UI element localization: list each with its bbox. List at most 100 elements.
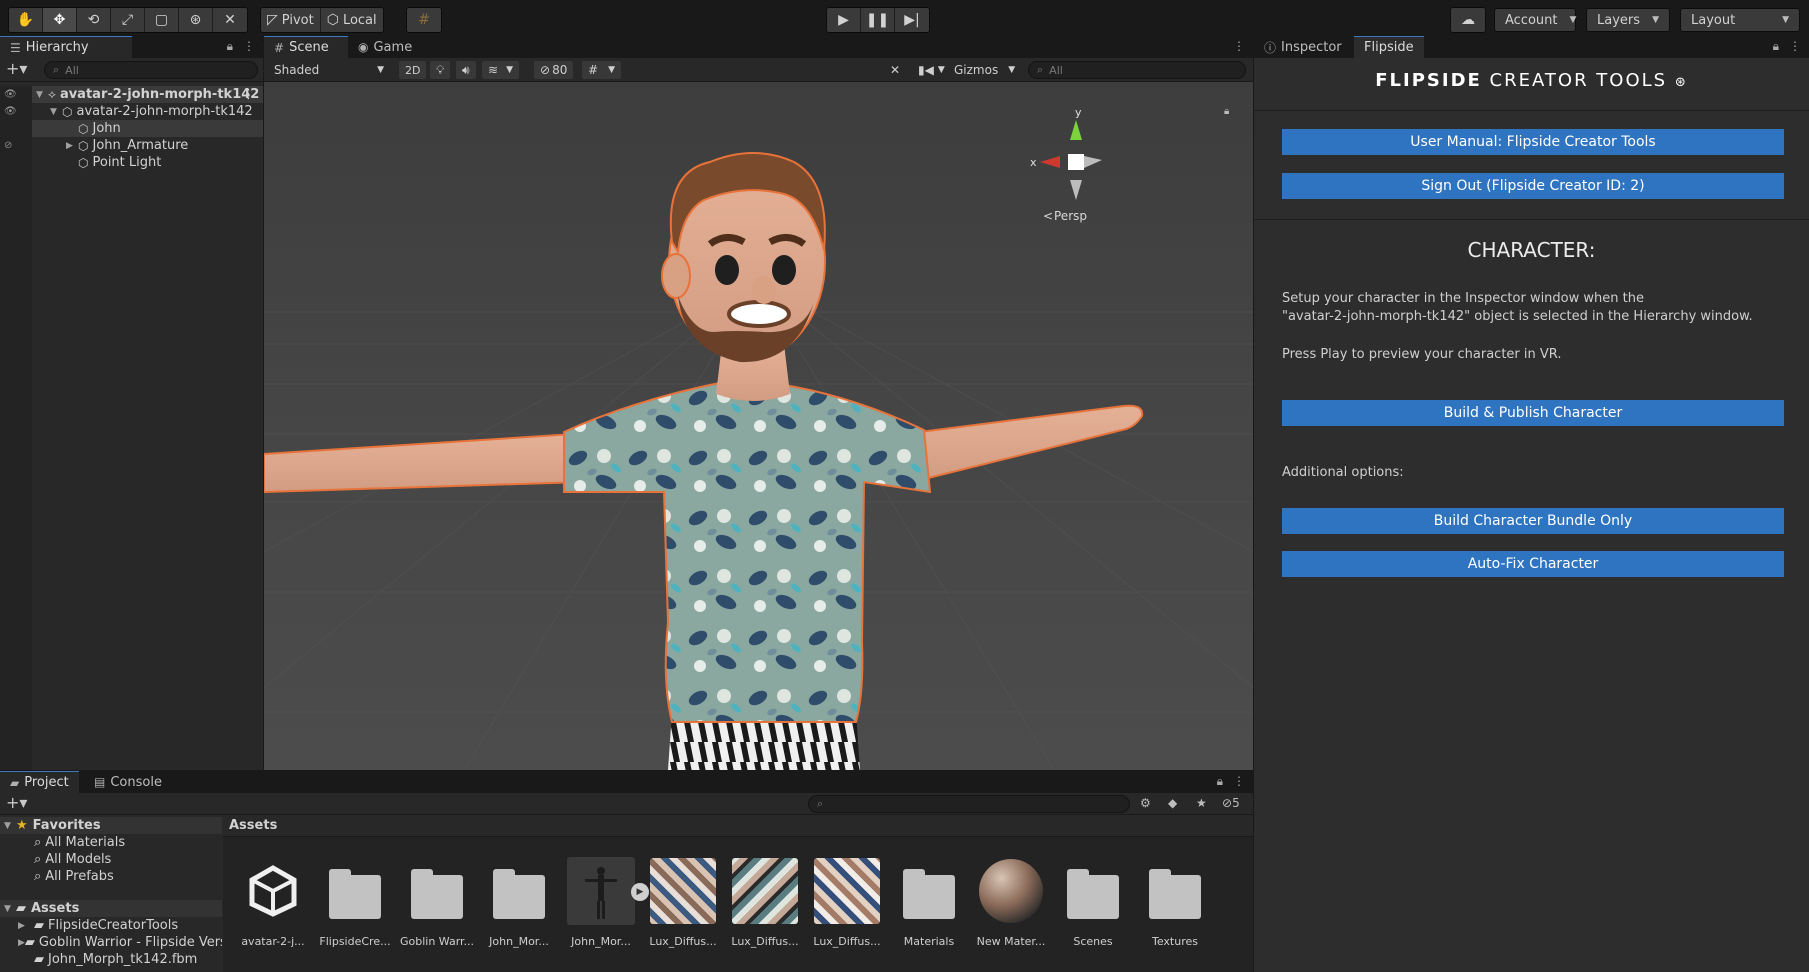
hierarchy-item-point-light[interactable]: ⬡ Point Light [0,154,263,171]
transform-tool-button[interactable]: ⊛ [179,8,213,32]
assets-breadcrumb[interactable]: Assets [223,815,1253,837]
rotate-tool-button[interactable]: ⟲ [77,8,111,32]
asset-item[interactable]: New Mater... [971,857,1051,967]
gizmos-dropdown[interactable]: Gizmos ▼ [948,61,1022,79]
persp-label[interactable]: Persp [1054,209,1087,223]
asset-item[interactable]: John_Mor... ▶ [561,857,649,967]
camera-dropdown[interactable]: ▮◀ ▼ [912,61,951,79]
layers-dropdown[interactable]: Layers ▼ [1586,8,1670,32]
tab-inspector[interactable]: ⓘ Inspector [1254,36,1352,58]
asset-folder-flipside[interactable]: ▶ ▰ FlipsideCreatorTools [0,917,222,934]
lock-icon[interactable]: 🔒︎ [227,39,233,54]
kebab-menu-icon[interactable]: ⋮ [1233,774,1245,789]
hidden-packages-toggle[interactable]: ⊘5 [1222,796,1240,810]
kebab-menu-icon[interactable]: ⋮ [242,87,255,102]
expand-arrow-icon[interactable]: ▶ [66,141,78,151]
favorite-all-materials[interactable]: ⌕ All Materials [0,834,222,851]
hand-tool-button[interactable]: ✋ [9,8,43,32]
scene-render: y x Persp < 🔒︎ [264,106,1253,770]
kebab-menu-icon[interactable]: ⋮ [1233,39,1245,53]
grid-dropdown[interactable]: # ▼ [582,61,621,79]
sign-out-button[interactable]: Sign Out (Flipside Creator ID: 2) [1282,173,1784,199]
custom-tool-button[interactable]: ✕ [213,8,247,32]
hierarchy-item-scene[interactable]: 👁︎ ▼ ⟡ avatar-2-john-morph-tk142 ⋮ [0,86,263,103]
asset-folder-john-fbm[interactable]: ▰ John_Morph_tk142.fbm [0,951,222,968]
grid-snap-button[interactable]: # [407,8,441,32]
chevron-down-icon: ▼ [1652,15,1659,25]
expand-arrow-icon[interactable]: ▼ [50,107,62,117]
auto-fix-button[interactable]: Auto-Fix Character [1282,551,1784,577]
account-dropdown[interactable]: Account ▼ [1494,8,1576,32]
lock-icon[interactable]: 🔒︎ [1224,106,1229,117]
effects-dropdown[interactable]: ≋ ▼ [482,61,519,79]
asset-item[interactable]: Textures [1135,857,1215,967]
hidden-objects-toggle[interactable]: ⊘ 80 [534,61,574,79]
asset-item[interactable]: John_Mor... [479,857,559,967]
scene-viewport[interactable]: y x Persp < 🔒︎ [264,82,1253,770]
asset-item[interactable]: FlipsideCre... [315,857,395,967]
add-object-button[interactable]: +▾ [6,59,27,78]
filter-type-icon[interactable]: ⚙ [1140,796,1151,810]
hierarchy-search-input[interactable]: ⌕ All [44,61,258,79]
move-tool-button[interactable]: ✥ [43,8,77,32]
kebab-menu-icon[interactable]: ⋮ [243,39,255,54]
orientation-gizmo[interactable]: y x [1030,106,1102,200]
favorite-star-icon[interactable]: ★ [1196,796,1207,810]
asset-item[interactable]: Lux_Diffus... [725,857,805,967]
create-asset-button[interactable]: +▾ [6,793,27,812]
expand-arrow-icon[interactable]: ▶ [18,938,25,948]
local-toggle[interactable]: ⬡ Local [320,8,383,32]
visibility-icon[interactable]: 👁︎ [0,106,17,117]
scale-tool-button[interactable]: ⤢ [111,8,145,32]
tab-project[interactable]: ▰ Project [0,771,79,793]
expand-arrow-icon[interactable]: ▼ [36,90,48,100]
assets-grid: Assets avatar-2-j... FlipsideCre... Gobl… [223,815,1253,972]
step-button[interactable]: ▶| [895,8,929,32]
expand-arrow-icon[interactable]: ▼ [0,904,16,914]
favorites-section[interactable]: ▼ ★ Favorites [0,817,222,834]
favorite-all-models[interactable]: ⌕ All Models [0,851,222,868]
asset-item[interactable]: avatar-2-j... [233,857,313,967]
hierarchy-item-john[interactable]: ⬡ John [0,120,263,137]
assets-section[interactable]: ▼ ▰ Assets [0,900,222,917]
audio-toggle[interactable]: 🔊︎ [456,61,476,79]
hierarchy-item-john-armature[interactable]: ⊘ ▶ ⬡ John_Armature [0,137,263,154]
favorite-all-prefabs[interactable]: ⌕ All Prefabs [0,868,222,885]
hidden-icon[interactable]: ⊘ [0,140,12,151]
hierarchy-item-avatar[interactable]: 👁︎ ▼ ⬡ avatar-2-john-morph-tk142 [0,103,263,120]
lock-icon[interactable]: 🔒︎ [1217,774,1223,789]
asset-item[interactable]: Lux_Diffus... [643,857,723,967]
lock-icon[interactable]: 🔒︎ [1773,39,1779,54]
cloud-button[interactable]: ☁ [1451,8,1485,32]
tab-flipside[interactable]: Flipside [1354,36,1424,58]
build-bundle-button[interactable]: Build Character Bundle Only [1282,508,1784,534]
tools-toggle[interactable]: ✕ [884,61,907,79]
play-button[interactable]: ▶ [827,8,861,32]
shading-mode-dropdown[interactable]: Shaded ▼ [268,61,390,79]
lighting-toggle[interactable]: 💡︎ [430,61,451,79]
pause-button[interactable]: ❚❚ [861,8,895,32]
asset-folder-goblin[interactable]: ▶ ▰ Goblin Warrior - Flipside Vers [0,934,222,951]
filter-label-icon[interactable]: ◆ [1168,796,1177,810]
asset-item[interactable]: Lux_Diffus... [807,857,887,967]
tab-scene[interactable]: # Scene [264,36,348,58]
visibility-icon[interactable]: 👁︎ [0,89,17,100]
2d-toggle[interactable]: 2D [399,61,427,79]
asset-item[interactable]: Scenes [1053,857,1133,967]
kebab-menu-icon[interactable]: ⋮ [1789,39,1801,54]
expand-arrow-icon[interactable]: ▶ [18,921,34,931]
tab-console[interactable]: ▤ Console [84,771,172,793]
tab-hierarchy[interactable]: ☰ Hierarchy [0,36,132,58]
pivot-toggle[interactable]: ◸ Pivot [261,8,321,32]
user-manual-button[interactable]: User Manual: Flipside Creator Tools [1282,129,1784,155]
asset-item[interactable]: Goblin Warr... [397,857,477,967]
expand-arrow-icon[interactable]: ▼ [0,821,16,831]
project-search-input[interactable]: ⌕ [808,795,1130,813]
layout-dropdown[interactable]: Layout ▼ [1680,8,1800,32]
build-publish-button[interactable]: Build & Publish Character [1282,400,1784,426]
tab-game[interactable]: ◉ Game [348,36,423,58]
character-model[interactable] [264,152,1144,770]
scene-search-input[interactable]: ⌕ All [1028,61,1246,79]
asset-item[interactable]: Materials [889,857,969,967]
rect-tool-button[interactable]: ▢ [145,8,179,32]
